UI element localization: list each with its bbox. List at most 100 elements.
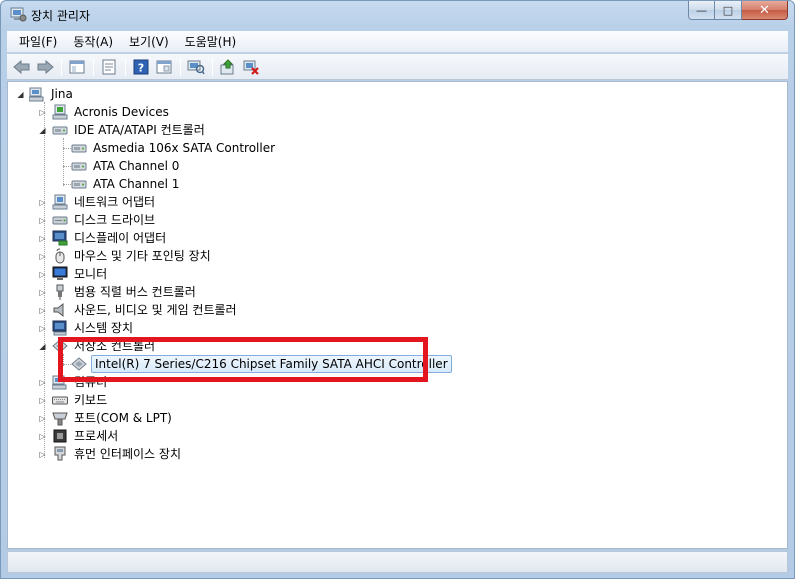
tree-item-label: 모니터 (74, 267, 108, 281)
scan-hardware-button[interactable] (185, 56, 207, 78)
storage-controller-icon (71, 357, 87, 371)
system-device-icon (52, 320, 67, 336)
update-driver-button[interactable] (217, 56, 239, 78)
tree-item-ide-ata-atapi[interactable]: ◢ IDE ATA/ATAPI 컨트롤러 (38, 121, 207, 139)
tree-item-label: 디스크 드라이브 (74, 213, 156, 227)
show-hide-tree-button[interactable] (66, 56, 88, 78)
caption-buttons: — □ ✕ (688, 1, 788, 21)
ide-controller-icon (71, 144, 87, 153)
tree-item-monitors[interactable]: ▷ 모니터 (38, 265, 109, 283)
maximize-button[interactable]: □ (715, 1, 742, 20)
expand-arrow-icon[interactable]: ▷ (38, 324, 47, 333)
expand-arrow-icon[interactable]: ▷ (38, 450, 47, 459)
minimize-icon: — (696, 3, 707, 17)
toolbar-separator (125, 57, 126, 76)
expand-arrow-icon[interactable]: ▷ (38, 288, 47, 297)
properties-icon (102, 59, 116, 74)
tree-item-usb-controllers[interactable]: ▷ 범용 직렬 버스 컨트롤러 (38, 283, 198, 301)
ide-controller-icon (71, 180, 87, 189)
title-bar[interactable]: 장치 관리자 — □ ✕ (1, 1, 794, 29)
tree-child-asmedia-sata-controller[interactable]: Asmedia 106x SATA Controller (71, 139, 277, 157)
tree-item-label: 컴퓨터 (74, 375, 108, 389)
tree-root-label: Jina (51, 87, 73, 101)
tree-item-keyboards[interactable]: ▷ 키보드 (38, 391, 109, 409)
collapse-arrow-icon[interactable]: ◢ (38, 342, 47, 351)
tree-item-human-interface-devices[interactable]: ▷ 휴먼 인터페이스 장치 (38, 445, 183, 463)
disk-drive-icon (52, 216, 68, 225)
menu-view[interactable]: 보기(V) (121, 32, 177, 52)
tree-item-disk-drives[interactable]: ▷ 디스크 드라이브 (38, 211, 157, 229)
expand-arrow-icon[interactable]: ▷ (38, 432, 47, 441)
expand-arrow-icon[interactable]: ▷ (38, 234, 47, 243)
view-button[interactable] (153, 56, 175, 78)
tree-item-label: 범용 직렬 버스 컨트롤러 (74, 285, 196, 299)
tree-root[interactable]: ◢ Jina (16, 85, 75, 103)
tree-item-label: 시스템 장치 (74, 321, 134, 335)
tree-child-ata-channel-0[interactable]: ATA Channel 0 (71, 157, 181, 175)
expand-arrow-icon[interactable]: ▷ (38, 198, 47, 207)
device-manager-window: 장치 관리자 — □ ✕ 파일(F) 동작(A) 보기(V) 도움말(H) ? (0, 0, 795, 579)
expand-arrow-icon[interactable]: ▷ (38, 306, 47, 315)
tree-item-acronis-devices[interactable]: ▷ Acronis Devices (38, 103, 171, 121)
expand-arrow-icon[interactable]: ▷ (38, 378, 47, 387)
tree-child-intel-sata-ahci-controller[interactable]: Intel(R) 7 Series/C216 Chipset Family SA… (71, 355, 452, 373)
hid-icon (54, 446, 66, 461)
forward-icon (37, 59, 54, 74)
tree-line (63, 138, 64, 186)
expand-arrow-icon[interactable]: ▷ (38, 270, 47, 279)
tree-item-label: 프로세서 (74, 429, 119, 443)
tree-item-processors[interactable]: ▷ 프로세서 (38, 427, 120, 445)
processor-icon (53, 429, 67, 443)
help-button[interactable]: ? (130, 56, 152, 78)
tree-child-label: ATA Channel 1 (93, 177, 180, 191)
tree-item-label: 사운드, 비디오 및 게임 컨트롤러 (74, 303, 237, 317)
expand-arrow-icon[interactable]: ▷ (38, 108, 47, 117)
help-icon: ? (133, 59, 149, 74)
tree-item-storage-controllers[interactable]: ◢ 저장소 컨트롤러 (38, 337, 157, 355)
tree-item-ports[interactable]: ▷ 포트(COM & LPT) (38, 409, 174, 427)
back-button[interactable] (11, 56, 33, 78)
collapse-arrow-icon[interactable]: ◢ (38, 126, 47, 135)
tree-child-label: Intel(R) 7 Series/C216 Chipset Family SA… (91, 355, 452, 373)
forward-button[interactable] (34, 56, 56, 78)
properties-button[interactable] (98, 56, 120, 78)
status-bar (7, 551, 788, 573)
expand-arrow-icon[interactable]: ▷ (38, 396, 47, 405)
device-tree-pane[interactable]: ◢ Jina ▷ Acronis Devices ◢ IDE ATA/ATAPI… (7, 81, 788, 549)
storage-controller-icon (52, 339, 68, 353)
toolbar-separator (93, 57, 94, 76)
close-button[interactable]: ✕ (742, 1, 788, 20)
port-icon (52, 412, 68, 426)
menu-action[interactable]: 동작(A) (65, 32, 121, 52)
tree-child-ata-channel-1[interactable]: ATA Channel 1 (71, 175, 181, 193)
tree-item-label: 포트(COM & LPT) (74, 411, 172, 425)
close-icon: ✕ (759, 2, 770, 18)
computer-icon (29, 87, 44, 102)
collapse-arrow-icon[interactable]: ◢ (16, 90, 25, 99)
expand-arrow-icon[interactable]: ▷ (38, 216, 47, 225)
network-adapter-icon (52, 194, 68, 210)
minimize-button[interactable]: — (688, 1, 715, 20)
tree-item-display-adapters[interactable]: ▷ 디스플레이 어댑터 (38, 229, 168, 247)
keyboard-icon (52, 396, 68, 405)
uninstall-button[interactable] (240, 56, 262, 78)
ide-controller-icon (71, 162, 87, 171)
tree-item-system-devices[interactable]: ▷ 시스템 장치 (38, 319, 135, 337)
toolbar-separator (180, 57, 181, 76)
window-title: 장치 관리자 (31, 9, 91, 23)
menu-file[interactable]: 파일(F) (11, 32, 65, 52)
expand-arrow-icon[interactable]: ▷ (38, 414, 47, 423)
svg-text:?: ? (138, 61, 144, 74)
tree-item-label: IDE ATA/ATAPI 컨트롤러 (74, 123, 205, 137)
device-manager-icon (10, 7, 27, 22)
expand-arrow-icon[interactable]: ▷ (38, 252, 47, 261)
tree-item-network-adapters[interactable]: ▷ 네트워크 어댑터 (38, 193, 157, 211)
computer-icon (52, 375, 67, 390)
display-adapter-icon (52, 230, 68, 246)
tree-item-sound-video-game-controllers[interactable]: ▷ 사운드, 비디오 및 게임 컨트롤러 (38, 301, 239, 319)
menu-help[interactable]: 도움말(H) (177, 32, 245, 52)
tree-item-mice[interactable]: ▷ 마우스 및 기타 포인팅 장치 (38, 247, 213, 265)
monitor-icon (52, 266, 68, 280)
tree-item-computer[interactable]: ▷ 컴퓨터 (38, 373, 109, 391)
tree-item-label: 휴먼 인터페이스 장치 (74, 447, 181, 461)
